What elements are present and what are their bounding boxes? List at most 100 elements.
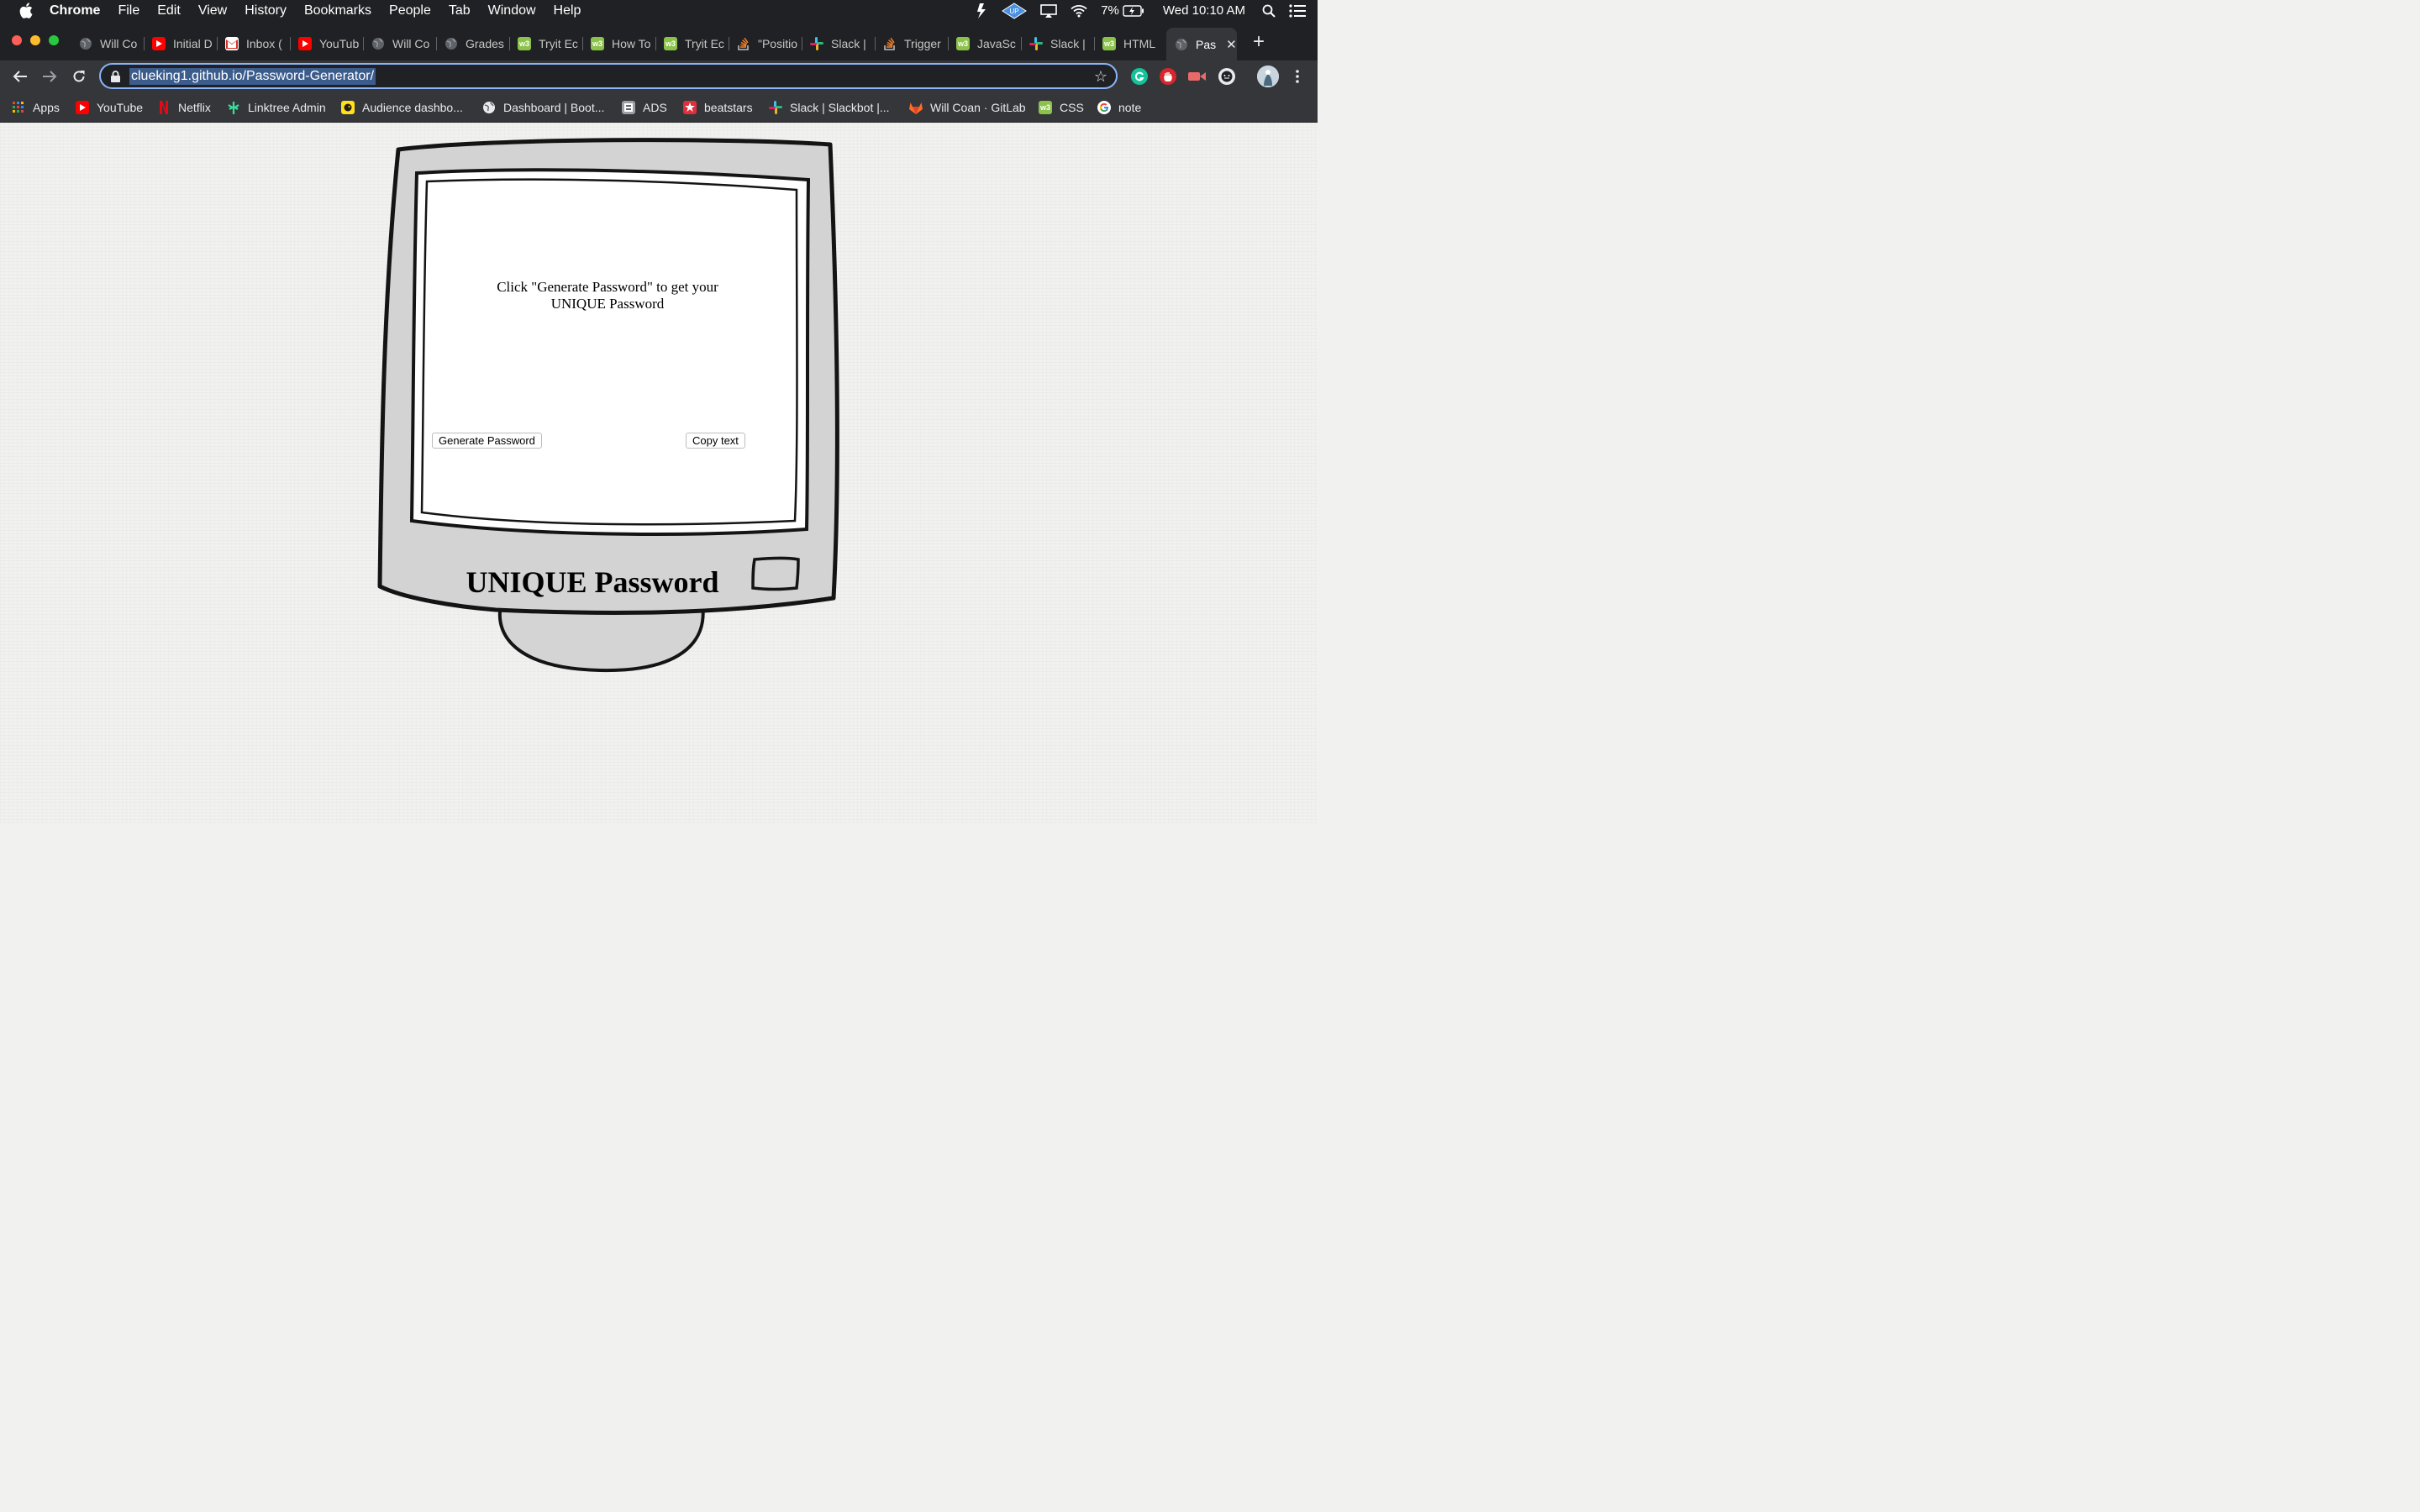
w3schools-icon: w3	[956, 37, 970, 50]
close-tab-icon[interactable]: ✕	[1226, 37, 1237, 52]
screen-inner-border	[420, 178, 798, 526]
svg-text:UP: UP	[1010, 8, 1019, 15]
lock-icon[interactable]	[111, 71, 120, 87]
adblock-extension-icon[interactable]	[1160, 68, 1176, 85]
bookmark-slack-slackbot[interactable]: Slack | Slackbot |...	[769, 99, 890, 116]
stackoverflow-icon	[737, 37, 750, 50]
wifi-icon[interactable]	[1071, 4, 1087, 18]
forward-button[interactable]	[40, 67, 59, 86]
bookmark-label: ADS	[643, 101, 667, 114]
bookmark-css[interactable]: w3 CSS	[1039, 99, 1084, 116]
chrome-menu-icon[interactable]	[1289, 68, 1306, 85]
bookmark-linktree-admin[interactable]: Linktree Admin	[227, 99, 326, 116]
slack-icon	[1029, 37, 1043, 50]
close-window-button[interactable]	[12, 35, 22, 45]
w3schools-icon: w3	[1102, 37, 1116, 50]
new-tab-button[interactable]: +	[1249, 32, 1268, 52]
bookmark-beatstars[interactable]: beatstars	[683, 99, 753, 116]
tab-password-generator-active[interactable]: Pas ✕	[1166, 28, 1237, 60]
tab-divider	[363, 37, 364, 50]
tab-tryit-editor-1[interactable]: w3 Tryit Ec	[518, 31, 583, 56]
tab-label: "Positio	[758, 37, 797, 50]
back-button[interactable]	[11, 67, 29, 86]
bookmark-star-icon[interactable]: ☆	[1094, 68, 1107, 86]
vpn-diamond-icon[interactable]: UP	[1002, 2, 1028, 19]
bookmark-label: Linktree Admin	[248, 101, 326, 114]
bookmark-gitlab[interactable]: Will Coan · GitLab	[909, 99, 1026, 116]
menu-window[interactable]: Window	[488, 3, 536, 18]
grammarly-extension-icon[interactable]	[1131, 68, 1148, 85]
address-bar[interactable]: clueking1.github.io/Password-Generator/ …	[99, 63, 1118, 89]
tab-inbox[interactable]: Inbox (	[225, 31, 291, 56]
battery-charging-icon	[1123, 4, 1144, 17]
fullscreen-window-button[interactable]	[49, 35, 59, 45]
tab-label: Trigger	[904, 37, 941, 50]
tab-tryit-editor-2[interactable]: w3 Tryit Ec	[664, 31, 729, 56]
tab-slack-2[interactable]: Slack |	[1029, 31, 1095, 56]
spotlight-search-icon[interactable]	[1262, 4, 1276, 18]
w3schools-icon: w3	[518, 37, 531, 50]
globe-icon	[482, 101, 496, 114]
bolt-app-icon[interactable]	[975, 3, 988, 18]
tab-label: Inbox (	[246, 37, 282, 50]
minimize-window-button[interactable]	[30, 35, 40, 45]
apple-icon[interactable]	[17, 2, 35, 20]
menu-people[interactable]: People	[389, 3, 431, 18]
globe-icon	[445, 37, 458, 50]
netflix-icon	[157, 101, 171, 114]
slack-icon	[769, 101, 782, 114]
tab-divider	[436, 37, 437, 50]
reload-icon	[73, 71, 85, 82]
menu-history[interactable]: History	[245, 3, 287, 18]
tab-how-to[interactable]: w3 How To	[591, 31, 656, 56]
notification-center-icon[interactable]	[1289, 3, 1306, 18]
tab-divider	[1094, 37, 1095, 50]
youtube-icon	[76, 101, 89, 114]
tab-slack-1[interactable]: Slack |	[810, 31, 876, 56]
tab-position-question[interactable]: "Positio	[737, 31, 802, 56]
emoji-extension-icon[interactable]	[1218, 68, 1235, 85]
bookmark-audience-dashboard[interactable]: Audience dashbo...	[341, 99, 463, 116]
menu-view[interactable]: View	[198, 3, 227, 18]
airplay-icon[interactable]	[1040, 3, 1057, 18]
profile-avatar[interactable]	[1257, 66, 1279, 87]
globe-icon	[1175, 38, 1188, 51]
tab-youtube[interactable]: YouTub	[298, 31, 364, 56]
tab-javascript[interactable]: w3 JavaSc	[956, 31, 1022, 56]
tab-trigger[interactable]: Trigger	[883, 31, 949, 56]
menu-bookmarks[interactable]: Bookmarks	[304, 3, 371, 18]
url-text[interactable]: clueking1.github.io/Password-Generator/	[129, 68, 376, 85]
tab-html[interactable]: w3 HTML	[1102, 31, 1166, 56]
browser-toolbar: clueking1.github.io/Password-Generator/ …	[0, 60, 1318, 92]
bookmark-netflix[interactable]: Netflix	[157, 99, 211, 116]
menu-tab[interactable]: Tab	[449, 3, 471, 18]
bookmark-note[interactable]: note	[1097, 99, 1141, 116]
tab-divider	[582, 37, 583, 50]
generate-password-button[interactable]: Generate Password	[432, 433, 542, 449]
menu-edit[interactable]: Edit	[157, 3, 181, 18]
tab-divider	[1021, 37, 1022, 50]
tab-grades[interactable]: Grades	[445, 31, 510, 56]
bookmark-label: Netflix	[178, 101, 211, 114]
tab-label: Pas	[1196, 37, 1217, 51]
copy-text-button[interactable]: Copy text	[686, 433, 745, 449]
bookmark-youtube[interactable]: YouTube	[76, 99, 143, 116]
bookmark-dashboard-bootstrap[interactable]: Dashboard | Boot...	[482, 99, 604, 116]
bookmark-label: CSS	[1060, 101, 1084, 114]
menu-app-name[interactable]: Chrome	[50, 3, 100, 18]
bookmark-apps[interactable]: Apps	[12, 99, 60, 116]
clock[interactable]: Wed 10:10 AM	[1163, 3, 1245, 18]
status-area: UP 7% Wed 10:10 AM	[975, 0, 1318, 21]
bookmark-label: Audience dashbo...	[362, 101, 463, 114]
reload-button[interactable]	[70, 67, 88, 86]
tab-initial-d[interactable]: Initial D	[152, 31, 218, 56]
menu-file[interactable]: File	[118, 3, 139, 18]
video-recorder-extension-icon[interactable]	[1188, 68, 1207, 85]
bookmark-ads[interactable]: ADS	[622, 99, 667, 116]
tab-will-coan-2[interactable]: Will Co	[371, 31, 437, 56]
battery-status[interactable]: 7%	[1101, 3, 1144, 18]
tab-will-coan-1[interactable]: Will Co	[79, 31, 145, 56]
tab-label: JavaSc	[977, 37, 1016, 50]
menu-help[interactable]: Help	[554, 3, 581, 18]
slack-icon	[810, 37, 823, 50]
